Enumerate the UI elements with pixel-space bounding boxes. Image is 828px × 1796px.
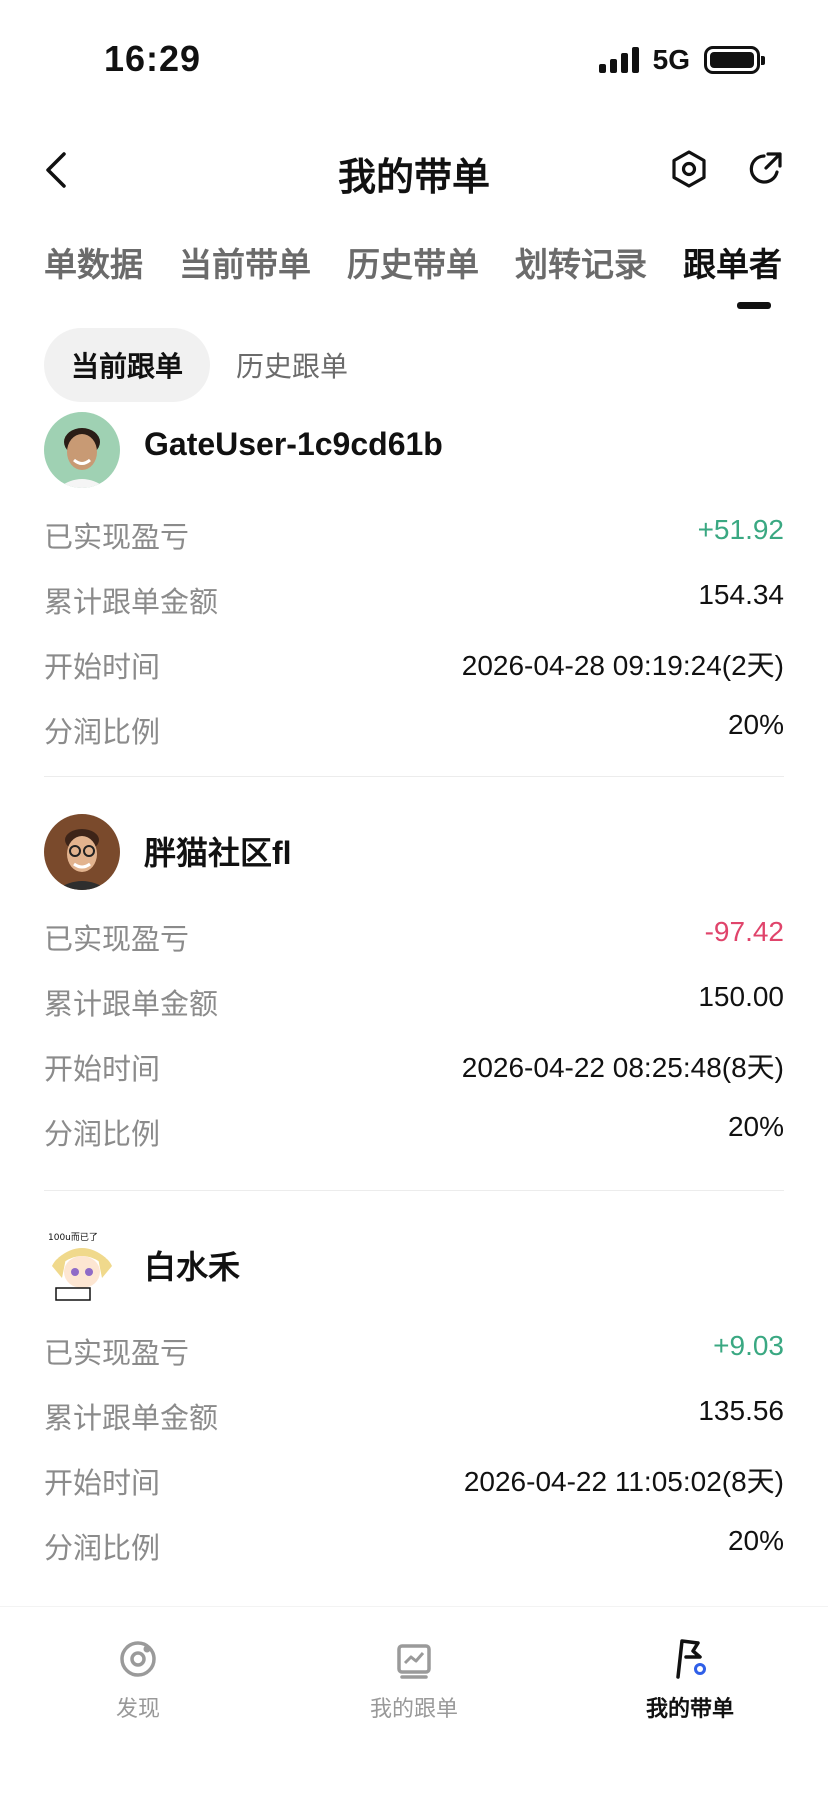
active-tab-indicator [737, 302, 771, 309]
realized-pnl-row: 已实现盈亏 +51.92 [44, 502, 784, 567]
start-time-label: 开始时间 [44, 1468, 161, 1500]
realized-pnl-value: -97.42 [704, 916, 784, 947]
start-time-label: 开始时间 [44, 1054, 161, 1086]
start-time-value: 2026-04-22 11:05:02(8天) [463, 1466, 784, 1497]
share-icon [749, 152, 782, 184]
nav-my-lead[interactable]: 我的带单 [590, 1637, 790, 1723]
tab-bar: 单数据 当前带单 历史带单 划转记录 跟单者 [0, 238, 828, 310]
flag-icon [668, 1637, 712, 1681]
gear-icon [672, 150, 706, 188]
realized-pnl-row: 已实现盈亏 +9.03 [44, 1318, 784, 1383]
tab-data[interactable]: 单数据 [44, 238, 143, 286]
total-amount-value: 154.34 [698, 579, 784, 610]
profit-share-value: 20% [727, 709, 784, 740]
avatar-caption: 100u而已了 [48, 1232, 98, 1243]
start-time-value: 2026-04-28 09:19:24(2天) [461, 650, 784, 681]
start-time-label: 开始时间 [44, 652, 161, 684]
realized-pnl-value: +9.03 [713, 1330, 784, 1361]
profit-share-label: 分润比例 [44, 717, 161, 749]
nav-my-follow[interactable]: 我的跟单 [314, 1637, 514, 1723]
follower-card: 100u而已了 白水禾 已实现盈亏 +9.03 累计跟单金额 135.56 开始… [44, 1218, 784, 1578]
avatar[interactable] [44, 412, 120, 488]
tab-followers[interactable]: 跟单者 [683, 238, 782, 309]
network-type: 5G [652, 44, 690, 75]
tab-current-orders[interactable]: 当前带单 [179, 238, 311, 286]
realized-pnl-label: 已实现盈亏 [44, 1338, 190, 1370]
realized-pnl-label: 已实现盈亏 [44, 924, 190, 956]
follower-card: GateUser-1c9cd61b 已实现盈亏 +51.92 累计跟单金额 15… [44, 402, 784, 762]
start-time-row: 开始时间 2026-04-22 08:25:48(8天) [44, 1034, 784, 1099]
divider [44, 1190, 784, 1191]
total-amount-row: 累计跟单金额 154.34 [44, 567, 784, 632]
total-amount-label: 累计跟单金额 [44, 587, 219, 619]
settings-button[interactable] [668, 148, 710, 190]
total-amount-label: 累计跟单金额 [44, 989, 219, 1021]
tab-followers-label: 跟单者 [683, 246, 782, 283]
profit-share-label: 分润比例 [44, 1533, 161, 1565]
status-indicators: 5G [598, 44, 765, 76]
status-time: 16:29 [104, 38, 202, 79]
start-time-row: 开始时间 2026-04-28 09:19:24(2天) [44, 632, 784, 697]
nav-my-lead-label: 我的带单 [645, 1696, 734, 1721]
follower-name[interactable]: GateUser-1c9cd61b [144, 426, 443, 463]
start-time-row: 开始时间 2026-04-22 11:05:02(8天) [44, 1448, 784, 1513]
nav-discover-label: 发现 [115, 1696, 160, 1721]
total-amount-label: 累计跟单金额 [44, 1403, 219, 1435]
bottom-nav: 发现 我的跟单 我的带单 [0, 1606, 828, 1796]
start-time-value: 2026-04-22 08:25:48(8天) [461, 1052, 784, 1083]
profit-share-row: 分润比例 20% [44, 1099, 784, 1164]
header: 我的带单 [0, 130, 828, 210]
realized-pnl-value: +51.92 [697, 514, 784, 545]
discover-icon [116, 1637, 160, 1681]
avatar[interactable] [44, 814, 120, 890]
tab-history-orders[interactable]: 历史带单 [347, 238, 479, 286]
avatar[interactable]: 100u而已了 [44, 1228, 120, 1304]
profit-share-value: 20% [727, 1525, 784, 1556]
profit-share-row: 分润比例 20% [44, 697, 784, 762]
chart-icon [392, 1637, 436, 1681]
total-amount-row: 累计跟单金额 135.56 [44, 1383, 784, 1448]
divider [44, 776, 784, 777]
status-bar: 16:29 5G [0, 0, 828, 100]
nav-discover[interactable]: 发现 [38, 1637, 238, 1723]
total-amount-value: 135.56 [698, 1395, 784, 1426]
total-amount-row: 累计跟单金额 150.00 [44, 969, 784, 1034]
profit-share-row: 分润比例 20% [44, 1513, 784, 1578]
profit-share-value: 20% [727, 1111, 784, 1142]
nav-my-follow-label: 我的跟单 [369, 1696, 458, 1721]
subtab-history-follow[interactable]: 历史跟单 [236, 328, 348, 402]
signal-icon [598, 47, 639, 73]
total-amount-value: 150.00 [698, 981, 784, 1012]
follower-card: 胖猫社区fl 已实现盈亏 -97.42 累计跟单金额 150.00 开始时间 2… [44, 804, 784, 1164]
profit-share-label: 分润比例 [44, 1119, 161, 1151]
realized-pnl-row: 已实现盈亏 -97.42 [44, 904, 784, 969]
follower-name[interactable]: 胖猫社区fl [144, 828, 292, 874]
share-button[interactable] [744, 148, 786, 190]
battery-icon [704, 46, 765, 74]
tab-transfer-records[interactable]: 划转记录 [515, 238, 647, 286]
subtab-current-follow[interactable]: 当前跟单 [44, 328, 210, 402]
follower-name[interactable]: 白水禾 [144, 1242, 240, 1288]
realized-pnl-label: 已实现盈亏 [44, 522, 190, 554]
